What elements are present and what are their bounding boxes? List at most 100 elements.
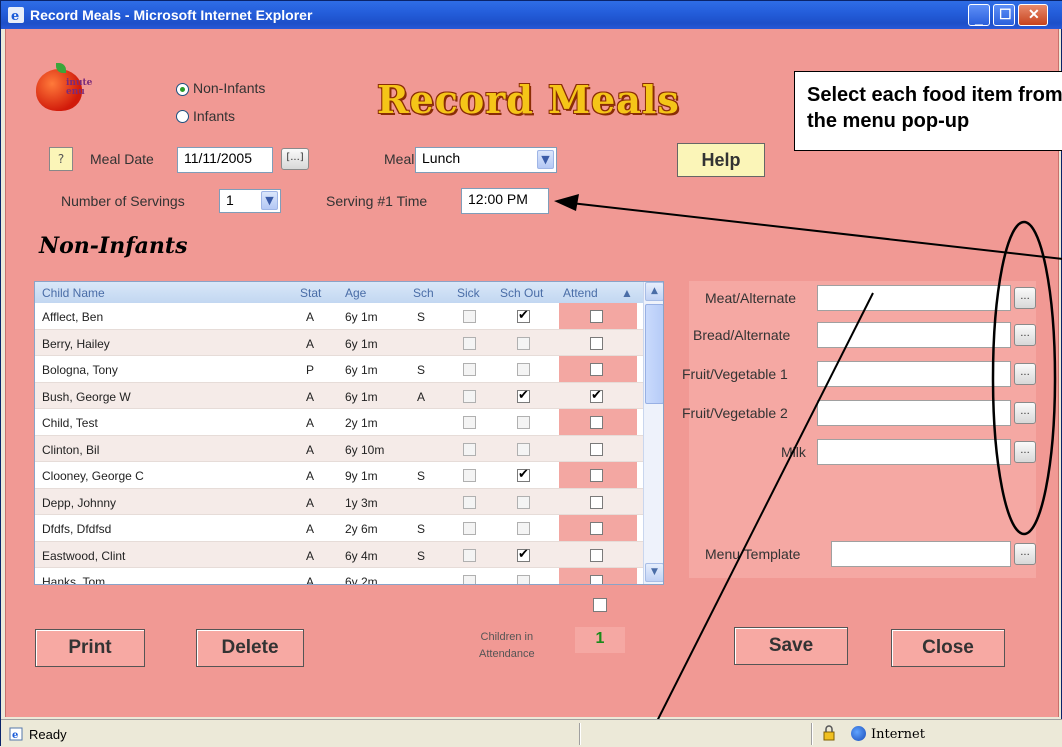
sick-checkbox[interactable] <box>463 416 476 429</box>
col-attend[interactable]: Attend <box>563 286 598 300</box>
child-name-cell: Afflect, Ben <box>42 310 104 324</box>
chevron-down-icon[interactable]: ▼ <box>261 191 278 210</box>
sch-cell: S <box>417 522 426 536</box>
table-row[interactable]: Eastwood, Clint A 6y 4m S <box>35 541 643 568</box>
meal-date-picker-button[interactable]: [...] <box>281 148 309 170</box>
delete-button[interactable]: Delete <box>196 629 304 667</box>
attend-checkbox[interactable] <box>590 310 603 323</box>
col-sch-out[interactable]: Sch Out <box>500 286 543 300</box>
stat-cell: A <box>306 336 315 351</box>
scroll-up-icon[interactable]: ▲ <box>645 282 663 301</box>
table-row[interactable]: Hanks, Tom A 6y 2m <box>35 568 643 585</box>
table-row[interactable]: Clooney, George C A 9y 1m S <box>35 462 643 489</box>
attend-checkbox[interactable] <box>590 416 603 429</box>
status-bar: e Ready Internet <box>1 719 1062 747</box>
attend-checkbox[interactable] <box>590 469 603 482</box>
save-button[interactable]: Save <box>734 627 848 665</box>
table-row[interactable]: Dfdfs, Dfdfsd A 2y 6m S <box>35 515 643 542</box>
sch-out-checkbox[interactable] <box>517 416 530 429</box>
radio-infants-label[interactable]: Infants <box>193 108 235 124</box>
attend-checkbox[interactable] <box>590 548 603 562</box>
sch-out-checkbox[interactable] <box>517 442 530 456</box>
table-row[interactable]: Afflect, Ben A 6y 1m S <box>35 303 643 330</box>
chevron-down-icon[interactable]: ▼ <box>537 150 554 169</box>
minimize-button[interactable]: _ <box>968 4 990 26</box>
print-button[interactable]: Print <box>35 629 145 667</box>
close-window-button[interactable]: ✕ <box>1018 4 1048 26</box>
menu-template-picker-button[interactable]: ... <box>1014 543 1036 565</box>
title-bar[interactable]: e Record Meals - Microsoft Internet Expl… <box>1 1 1062 29</box>
sick-checkbox[interactable] <box>463 363 476 376</box>
status-text: Ready <box>29 727 67 742</box>
sick-checkbox[interactable] <box>463 310 476 323</box>
sch-out-checkbox[interactable] <box>517 575 530 584</box>
table-row[interactable]: Clinton, Bil A 6y 10m <box>35 435 643 462</box>
radio-non-infants[interactable] <box>176 83 189 96</box>
meal-select[interactable]: Lunch <box>415 147 557 173</box>
col-child-name[interactable]: Child Name <box>42 286 105 300</box>
table-row[interactable]: Berry, Hailey A 6y 1m <box>35 329 643 356</box>
meal-date-field[interactable]: 11/11/2005 <box>177 147 273 173</box>
fruit2-picker-button[interactable]: ... <box>1014 402 1036 424</box>
menu-template-field[interactable] <box>831 541 1011 567</box>
fruit2-field[interactable] <box>817 400 1011 426</box>
maximize-button[interactable]: ☐ <box>993 4 1015 26</box>
sick-checkbox[interactable] <box>463 548 476 562</box>
sch-out-checkbox[interactable] <box>517 363 530 376</box>
bread-field[interactable] <box>817 322 1011 348</box>
sch-cell: S <box>417 363 426 377</box>
scroll-thumb[interactable] <box>645 304 663 404</box>
ie-icon: e <box>8 7 24 23</box>
col-sch[interactable]: Sch <box>413 286 434 300</box>
milk-field[interactable] <box>817 439 1011 465</box>
col-age[interactable]: Age <box>345 286 366 300</box>
scroll-down-icon[interactable]: ▼ <box>645 563 663 582</box>
meat-field[interactable] <box>817 285 1011 311</box>
sch-out-checkbox[interactable] <box>517 336 530 350</box>
child-name-cell: Hanks, Tom <box>42 575 106 585</box>
sick-checkbox[interactable] <box>463 522 476 535</box>
sick-checkbox[interactable] <box>463 389 476 403</box>
help-button[interactable]: Help <box>677 143 765 177</box>
meat-picker-button[interactable]: ... <box>1014 287 1036 309</box>
attend-checkbox[interactable] <box>590 522 603 535</box>
sick-checkbox[interactable] <box>463 495 476 509</box>
sch-out-checkbox[interactable] <box>517 495 530 509</box>
sch-out-checkbox[interactable] <box>517 522 530 535</box>
attend-checkbox[interactable] <box>590 442 603 456</box>
sick-checkbox[interactable] <box>463 336 476 350</box>
col-sick[interactable]: Sick <box>457 286 480 300</box>
col-stat[interactable]: Stat <box>300 286 321 300</box>
sch-out-checkbox[interactable] <box>517 387 530 403</box>
attend-all-checkbox[interactable] <box>593 598 607 612</box>
attend-checkbox[interactable] <box>590 336 603 350</box>
fruit1-field[interactable] <box>817 361 1011 387</box>
sch-out-checkbox[interactable] <box>517 307 530 323</box>
table-row[interactable]: Bush, George W A 6y 1m A <box>35 382 643 409</box>
attend-checkbox[interactable] <box>590 363 603 376</box>
sick-checkbox[interactable] <box>463 469 476 482</box>
table-row[interactable]: Bologna, Tony P 6y 1m S <box>35 356 643 383</box>
attend-checkbox[interactable] <box>590 575 603 584</box>
help-question-button[interactable]: ? <box>49 147 73 171</box>
col-sort-icon[interactable]: ▲ <box>621 286 633 300</box>
attend-checkbox[interactable] <box>590 387 603 403</box>
attend-checkbox[interactable] <box>590 495 603 509</box>
age-cell: 6y 1m <box>345 389 378 404</box>
child-name-cell: Clooney, George C <box>42 469 144 483</box>
bread-picker-button[interactable]: ... <box>1014 324 1036 346</box>
table-row[interactable]: Depp, Johnny A 1y 3m <box>35 488 643 515</box>
radio-infants[interactable] <box>176 110 189 123</box>
window-title: Record Meals - Microsoft Internet Explor… <box>30 7 313 23</box>
sch-out-checkbox[interactable] <box>517 466 530 482</box>
fruit1-picker-button[interactable]: ... <box>1014 363 1036 385</box>
serving-time-field[interactable]: 12:00 PM <box>461 188 549 214</box>
vertical-scrollbar[interactable]: ▲ ▼ <box>643 282 663 584</box>
milk-picker-button[interactable]: ... <box>1014 441 1036 463</box>
sch-out-checkbox[interactable] <box>517 546 530 562</box>
close-button[interactable]: Close <box>891 629 1005 667</box>
sick-checkbox[interactable] <box>463 575 476 584</box>
table-row[interactable]: Child, Test A 2y 1m <box>35 409 643 436</box>
sick-checkbox[interactable] <box>463 442 476 456</box>
radio-non-infants-label[interactable]: Non-Infants <box>193 80 265 96</box>
